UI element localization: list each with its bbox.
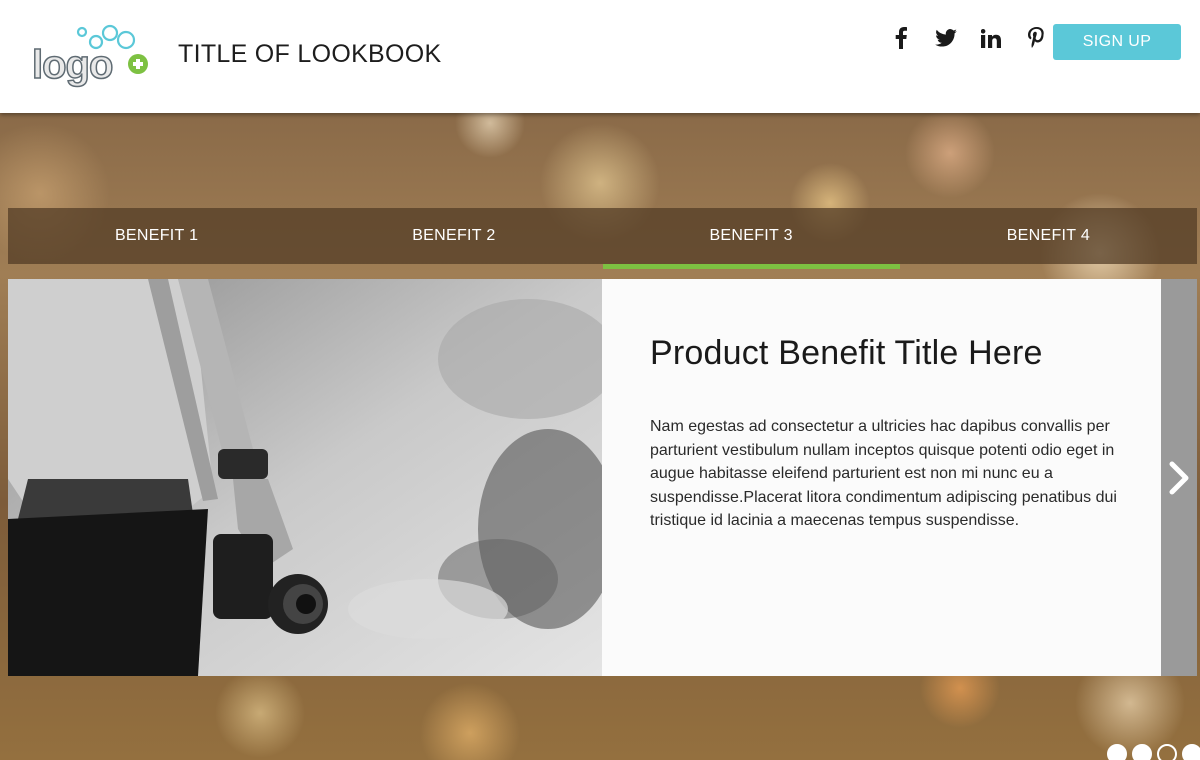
- benefit-title: Product Benefit Title Here: [650, 334, 1043, 372]
- logo-text: logo: [32, 43, 112, 87]
- page-title: TITLE OF LOOKBOOK: [178, 40, 442, 68]
- tab-label: BENEFIT 4: [1006, 227, 1091, 244]
- tab-benefit-3[interactable]: BENEFIT 3: [602, 208, 901, 269]
- pinterest-icon[interactable]: [1026, 26, 1046, 50]
- tab-benefit-4[interactable]: BENEFIT 4: [900, 208, 1197, 264]
- linkedin-icon[interactable]: [980, 26, 1002, 50]
- facebook-icon[interactable]: [891, 26, 911, 50]
- logo[interactable]: logo: [30, 20, 158, 92]
- tab-benefit-2[interactable]: BENEFIT 2: [305, 208, 602, 264]
- tab-benefit-1[interactable]: BENEFIT 1: [8, 208, 305, 264]
- chevron-right-icon: [1169, 461, 1189, 494]
- benefit-tabs: BENEFIT 1 BENEFIT 2 BENEFIT 3 BENEFIT 4: [8, 208, 1197, 269]
- sign-up-button[interactable]: SIGN UP: [1053, 24, 1181, 60]
- pager-dot-3[interactable]: [1157, 744, 1177, 760]
- tab-label: BENEFIT 1: [114, 227, 199, 244]
- next-slide-button[interactable]: [1161, 279, 1197, 676]
- benefit-panel: Product Benefit Title Here Nam egestas a…: [8, 279, 1197, 676]
- photographer-image: [8, 279, 602, 676]
- twitter-icon[interactable]: [934, 26, 958, 50]
- benefit-photo: [8, 279, 602, 676]
- header: logo TITLE OF LOOKBOOK SIGN UP: [0, 0, 1200, 113]
- pager-dot-4[interactable]: [1182, 744, 1200, 760]
- pager-dot-1[interactable]: [1107, 744, 1127, 760]
- logo-image: logo: [31, 24, 148, 88]
- benefit-description: Nam egestas ad consectetur a ultricies h…: [650, 418, 1117, 529]
- tab-label: BENEFIT 3: [709, 227, 793, 244]
- pager-dot-2[interactable]: [1132, 744, 1152, 760]
- benefit-content: Product Benefit Title Here Nam egestas a…: [602, 279, 1161, 676]
- tab-label: BENEFIT 2: [412, 227, 496, 244]
- slide-pager: [1107, 744, 1200, 760]
